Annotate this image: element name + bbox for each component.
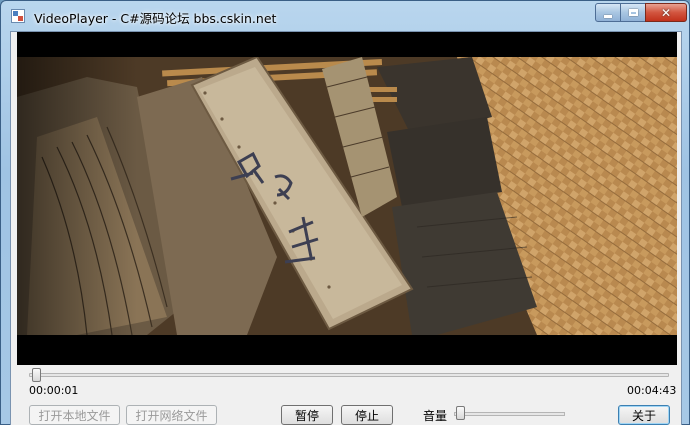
minimize-button[interactable]: [595, 3, 621, 22]
current-time: 00:00:01: [29, 384, 79, 397]
title-bar[interactable]: VideoPlayer - C#源码论坛 bbs.cskin.net ✕: [1, 1, 689, 30]
maximize-button[interactable]: [620, 3, 646, 22]
open-network-file-button[interactable]: 打开网络文件: [126, 405, 217, 425]
client-area: 00:00:01 00:04:43 打开本地文件 打开网络文件 暂停 停止 音量…: [10, 31, 682, 425]
app-icon[interactable]: [11, 9, 25, 23]
volume-label: 音量: [423, 409, 448, 423]
close-icon: ✕: [660, 5, 672, 20]
seek-slider-thumb[interactable]: [31, 368, 41, 382]
stop-button[interactable]: 停止: [341, 405, 393, 425]
volume-slider-thumb[interactable]: [456, 406, 466, 420]
window-title: VideoPlayer - C#源码论坛 bbs.cskin.net: [34, 11, 277, 26]
app-window: VideoPlayer - C#源码论坛 bbs.cskin.net ✕ 00:…: [0, 0, 690, 425]
total-time: 00:04:43: [627, 384, 677, 397]
about-button[interactable]: 关于: [618, 405, 670, 425]
video-frame: [17, 57, 677, 335]
seek-track[interactable]: [29, 373, 669, 377]
video-display[interactable]: [17, 32, 677, 365]
volume-track[interactable]: [454, 412, 565, 416]
maximize-icon: [628, 9, 638, 16]
open-local-file-button[interactable]: 打开本地文件: [29, 405, 120, 425]
pause-button[interactable]: 暂停: [281, 405, 333, 425]
close-button[interactable]: ✕: [645, 3, 687, 22]
minimize-icon: [604, 14, 612, 18]
